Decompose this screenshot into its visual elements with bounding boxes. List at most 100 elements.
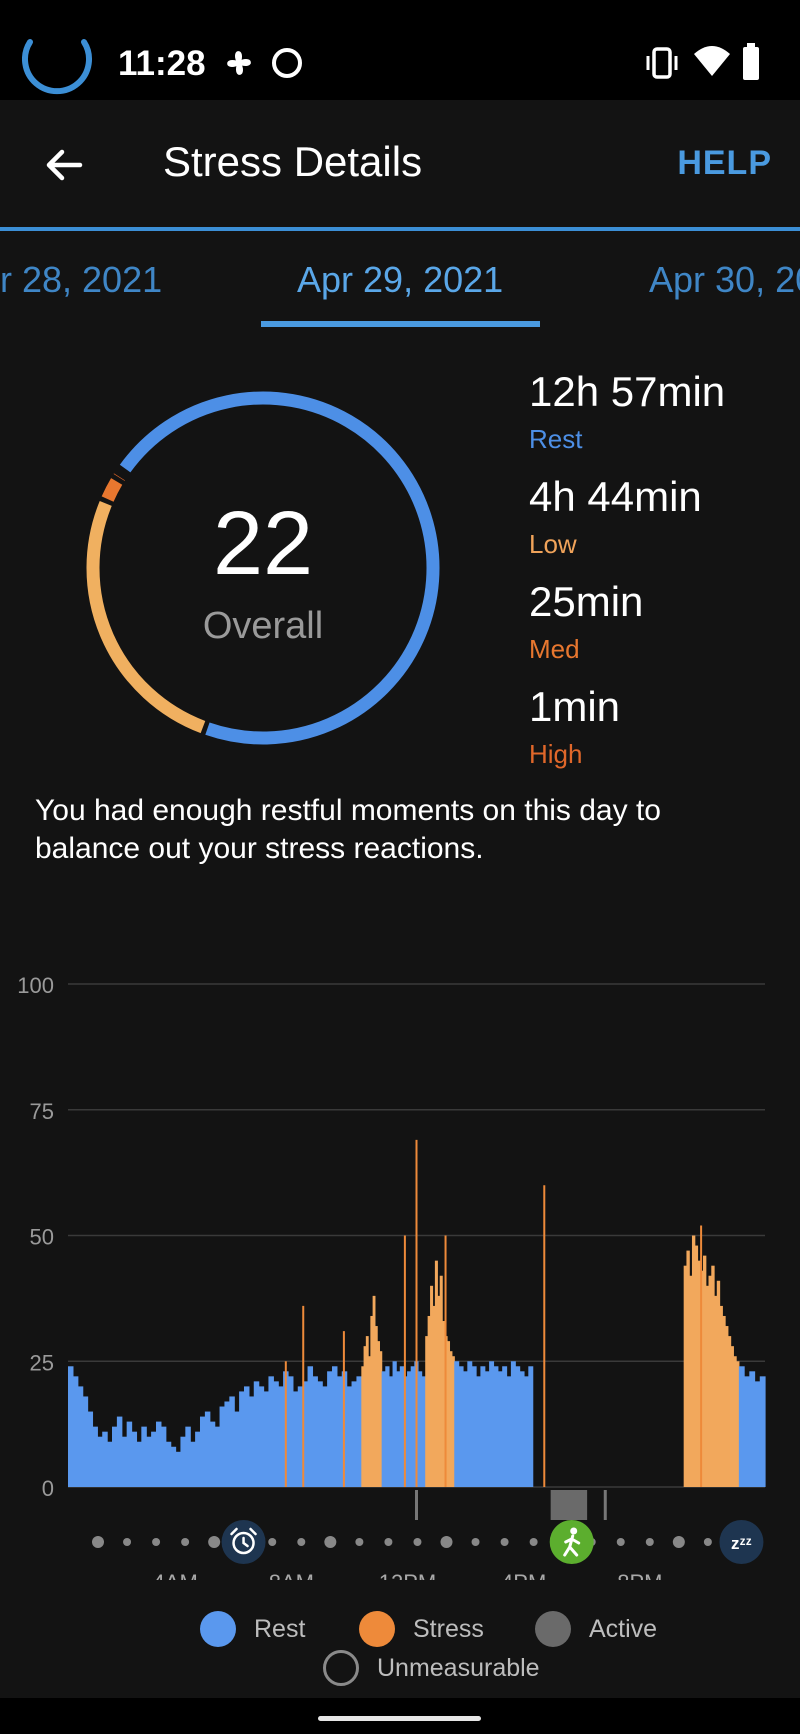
timeline-dot <box>440 1536 453 1548</box>
rest-bar <box>92 1426 98 1487</box>
rest-bar <box>759 1376 766 1487</box>
ring-med-arc <box>101 478 123 502</box>
back-arrow-icon[interactable] <box>40 140 90 190</box>
rest-bar <box>392 1361 397 1487</box>
rest-bar <box>506 1376 512 1487</box>
rest-swatch <box>200 1611 236 1647</box>
rest-bar <box>97 1436 103 1487</box>
rest-bar <box>287 1376 294 1487</box>
legend-active-label: Active <box>589 1614 658 1643</box>
rest-bar <box>744 1376 750 1487</box>
unmeasurable-swatch <box>323 1650 359 1686</box>
rest-bar <box>510 1361 516 1487</box>
rest-bar <box>493 1366 499 1487</box>
timeline-dot <box>703 1538 712 1546</box>
legend-rest: Rest <box>200 1611 305 1647</box>
timeline-dot <box>181 1538 190 1546</box>
rest-duration: 12h 57min <box>529 368 726 415</box>
stress-chart: 0 25 50 75 100 zᶻᶻ 4AM 8AM 12PM 4PM 8PM <box>17 973 766 1580</box>
page-title: Stress Details <box>163 138 423 185</box>
stress-swatch <box>359 1611 395 1647</box>
timeline-dot <box>645 1538 654 1546</box>
rest-bar <box>292 1391 299 1487</box>
tab-previous-date[interactable]: r 28, 2021 <box>0 259 162 301</box>
y-tick-label: 0 <box>42 1476 54 1501</box>
rest-bar <box>116 1416 123 1487</box>
med-label: Med <box>529 634 580 664</box>
high-label: High <box>529 739 583 769</box>
active-period-bar <box>550 1490 588 1520</box>
legend-stress: Stress <box>359 1611 484 1647</box>
rest-bar <box>121 1436 128 1487</box>
rest-bar <box>82 1396 89 1487</box>
tab-current-date[interactable]: Apr 29, 2021 <box>297 259 503 301</box>
rest-bar <box>346 1386 353 1487</box>
sleep-zzz-icon[interactable]: zᶻᶻ <box>719 1520 764 1564</box>
alarm-clock-icon[interactable] <box>221 1520 266 1564</box>
rest-bar <box>263 1391 270 1487</box>
rest-bar <box>107 1441 113 1487</box>
rest-bar <box>219 1406 226 1487</box>
battery-icon <box>743 43 759 80</box>
rest-bar <box>502 1366 508 1487</box>
x-tick-label: 8AM <box>269 1570 314 1580</box>
timeline-dot <box>384 1538 393 1546</box>
low-label: Low <box>529 529 577 559</box>
timeline-dot <box>672 1536 685 1548</box>
timeline-dot <box>297 1538 306 1546</box>
rest-bar <box>195 1431 201 1487</box>
timeline-dot <box>529 1538 538 1546</box>
rest-bar <box>489 1361 495 1487</box>
rest-bar <box>253 1381 260 1487</box>
rest-bar <box>214 1426 221 1487</box>
rest-bar <box>155 1421 162 1487</box>
date-tab-indicator <box>261 321 540 327</box>
rest-bar <box>754 1381 761 1487</box>
home-gesture-pill[interactable] <box>318 1716 481 1721</box>
timeline-dot <box>152 1538 161 1546</box>
y-tick-label: 25 <box>30 1350 54 1375</box>
rest-bar <box>204 1411 211 1487</box>
y-tick-label: 75 <box>30 1099 54 1124</box>
rest-bar <box>136 1441 142 1487</box>
rest-bar <box>381 1371 386 1487</box>
rest-bar <box>322 1386 328 1487</box>
help-button[interactable]: HELP <box>677 144 772 183</box>
rest-bar <box>476 1376 481 1487</box>
x-tick-label: 4AM <box>153 1570 198 1580</box>
rest-bar <box>738 1366 745 1487</box>
rest-bar <box>351 1381 358 1487</box>
x-tick-label: 8PM <box>617 1570 662 1580</box>
rest-bar <box>87 1411 94 1487</box>
overall-score: 22 <box>212 494 314 594</box>
svg-text:zᶻᶻ: zᶻᶻ <box>731 1534 752 1553</box>
rest-bar <box>388 1376 394 1487</box>
rest-bar <box>141 1426 147 1487</box>
active-swatch <box>535 1611 571 1647</box>
rest-bar <box>170 1446 177 1487</box>
tab-next-date[interactable]: Apr 30, 20 <box>649 259 800 301</box>
rest-bar <box>102 1431 108 1487</box>
rest-bar <box>407 1371 412 1487</box>
status-time: 11:28 <box>118 44 206 83</box>
rest-bar <box>458 1366 464 1487</box>
walking-icon[interactable] <box>549 1520 594 1564</box>
rest-bar <box>396 1371 401 1487</box>
fan-icon <box>227 51 251 75</box>
rest-bar <box>417 1371 423 1487</box>
rest-bar <box>519 1371 525 1487</box>
rest-bar <box>151 1431 157 1487</box>
rest-bar <box>317 1381 323 1487</box>
rest-bar <box>484 1371 490 1487</box>
legend-unmeasurable: Unmeasurable <box>323 1650 540 1686</box>
circle-icon <box>272 48 302 78</box>
rest-bar <box>111 1426 118 1487</box>
med-duration: 25min <box>529 578 644 625</box>
timeline-dot <box>471 1538 480 1546</box>
rest-bar <box>336 1376 343 1487</box>
rest-bar <box>77 1386 84 1487</box>
rest-bar <box>273 1381 279 1487</box>
rest-bar <box>190 1441 196 1487</box>
rest-bar <box>72 1376 79 1487</box>
stress-summary-message: You had enough restful moments on this d… <box>35 794 661 865</box>
